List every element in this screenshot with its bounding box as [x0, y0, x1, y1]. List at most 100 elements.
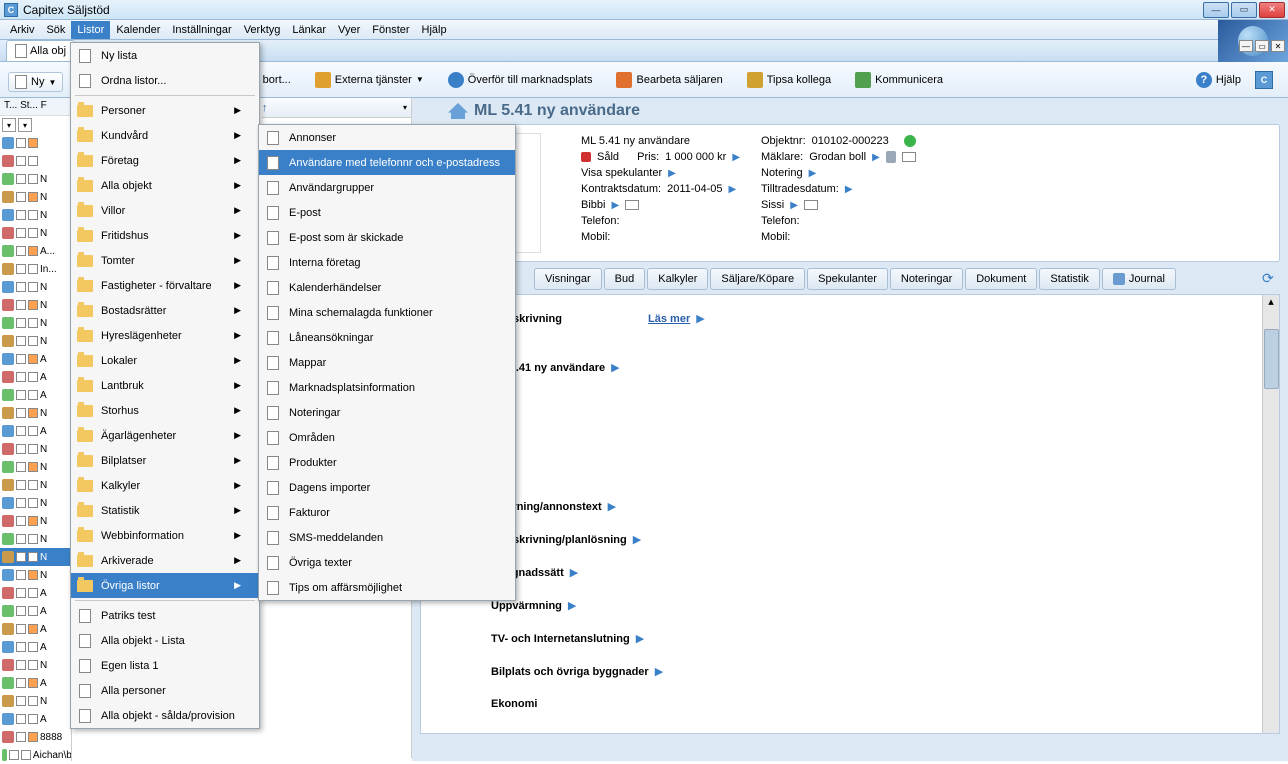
menuitem-bilplatser[interactable]: Bilplatser▶: [71, 448, 259, 473]
left-row[interactable]: N: [0, 296, 71, 314]
left-row[interactable]: N: [0, 404, 71, 422]
submenuitem-marknadsplatsinformation[interactable]: Marknadsplatsinformation: [259, 375, 515, 400]
menuitem-bostadsr-tter[interactable]: Bostadsrätter▶: [71, 298, 259, 323]
menuitem-f-retag[interactable]: Företag▶: [71, 148, 259, 173]
menuitem-arkiverade[interactable]: Arkiverade▶: [71, 548, 259, 573]
submenuitem--vriga-texter[interactable]: Övriga texter: [259, 550, 515, 575]
left-filter-1[interactable]: ▾: [2, 118, 16, 132]
sort-header[interactable]: ↑▾: [262, 98, 411, 118]
submenuitem-interna-f-retag[interactable]: Interna företag: [259, 250, 515, 275]
menuitem-alla-objekt-lista[interactable]: Alla objekt - Lista: [71, 628, 259, 653]
dtab-kalkyler[interactable]: Kalkyler: [647, 268, 708, 290]
menu-sök[interactable]: Sök: [40, 21, 71, 39]
left-row[interactable]: N: [0, 458, 71, 476]
left-row[interactable]: N: [0, 314, 71, 332]
left-row[interactable]: A: [0, 584, 71, 602]
left-row[interactable]: N: [0, 170, 71, 188]
left-row[interactable]: [0, 134, 71, 152]
menuitem-fritidshus[interactable]: Fritidshus▶: [71, 223, 259, 248]
submenuitem-anv-ndare-med-telefonnr-och-e-postadress[interactable]: Användare med telefonnr och e-postadress: [259, 150, 515, 175]
submenuitem-e-post[interactable]: E-post: [259, 200, 515, 225]
menu-arkiv[interactable]: Arkiv: [4, 21, 40, 39]
menuitem-patriks-test[interactable]: Patriks test: [71, 603, 259, 628]
left-row[interactable]: N: [0, 188, 71, 206]
submenuitem-e-post-som-r-skickade[interactable]: E-post som är skickade: [259, 225, 515, 250]
section-bilplats[interactable]: Bilplats och övriga byggnader: [491, 666, 649, 678]
phone-icon[interactable]: [886, 151, 896, 163]
menu-kalender[interactable]: Kalender: [110, 21, 166, 39]
refresh-button[interactable]: ⟳: [1262, 270, 1280, 288]
section-tv-internet[interactable]: TV- och Internetanslutning: [491, 633, 630, 645]
menu-inställningar[interactable]: Inställningar: [166, 21, 237, 39]
menuitem-alla-objekt-s-lda-provision[interactable]: Alla objekt - sålda/provision: [71, 703, 259, 728]
left-row[interactable]: N: [0, 440, 71, 458]
menuitem-alla-objekt[interactable]: Alla objekt▶: [71, 173, 259, 198]
left-row[interactable]: N: [0, 512, 71, 530]
overfor-button[interactable]: Överför till marknadsplats: [444, 69, 597, 91]
left-row[interactable]: A: [0, 638, 71, 656]
dtab-spekulanter[interactable]: Spekulanter: [807, 268, 888, 290]
menu-hjälp[interactable]: Hjälp: [416, 21, 453, 39]
submenuitem-fakturor[interactable]: Fakturor: [259, 500, 515, 525]
menu-vyer[interactable]: Vyer: [332, 21, 366, 39]
left-row[interactable]: A: [0, 674, 71, 692]
menuitem-lokaler[interactable]: Lokaler▶: [71, 348, 259, 373]
left-row[interactable]: N: [0, 548, 71, 566]
kom-button[interactable]: Kommunicera: [851, 69, 947, 91]
externa-button[interactable]: Externa tjänster▼: [311, 69, 428, 91]
submenuitem-sms-meddelanden[interactable]: SMS-meddelanden: [259, 525, 515, 550]
submenuitem-dagens-importer[interactable]: Dagens importer: [259, 475, 515, 500]
left-row[interactable]: N: [0, 332, 71, 350]
minimize-button[interactable]: —: [1203, 2, 1229, 18]
left-row[interactable]: N: [0, 656, 71, 674]
menuitem-egen-lista-[interactable]: Egen lista 1: [71, 653, 259, 678]
contact-sissi[interactable]: Sissi: [761, 199, 784, 211]
submenuitem-annonser[interactable]: Annonser: [259, 125, 515, 150]
help-button[interactable]: ?Hjälp: [1192, 69, 1245, 91]
left-row[interactable]: In...: [0, 260, 71, 278]
close-button[interactable]: ✕: [1259, 2, 1285, 18]
dtab-bud[interactable]: Bud: [604, 268, 646, 290]
menuitem-ny-lista[interactable]: Ny lista: [71, 43, 259, 68]
submenuitem-anv-ndargrupper[interactable]: Användargrupper: [259, 175, 515, 200]
submenuitem-kalenderh-ndelser[interactable]: Kalenderhändelser: [259, 275, 515, 300]
left-row[interactable]: N: [0, 224, 71, 242]
menu-fönster[interactable]: Fönster: [366, 21, 415, 39]
dtab-statistik[interactable]: Statistik: [1039, 268, 1100, 290]
mdi-close-button[interactable]: ✕: [1271, 40, 1285, 52]
visa-spekulanter-link[interactable]: Visa spekulanter: [581, 167, 662, 179]
dtab-visningar[interactable]: Visningar: [534, 268, 602, 290]
mdi-min-button[interactable]: —: [1239, 40, 1253, 52]
menu-listor[interactable]: Listor: [71, 21, 110, 39]
submenuitem-produkter[interactable]: Produkter: [259, 450, 515, 475]
left-row[interactable]: N: [0, 566, 71, 584]
menuitem-webbinformation[interactable]: Webbinformation▶: [71, 523, 259, 548]
left-row[interactable]: [0, 152, 71, 170]
left-row[interactable]: N: [0, 530, 71, 548]
tab-alla-objekt[interactable]: Alla obj: [6, 40, 75, 61]
left-row[interactable]: N: [0, 206, 71, 224]
notering-link[interactable]: Notering: [761, 167, 803, 179]
section-ekonomi[interactable]: Ekonomi: [491, 698, 537, 710]
submenuitem-tips-om-aff-rsm-jlighet[interactable]: Tips om affärsmöjlighet: [259, 575, 515, 600]
left-row[interactable]: A: [0, 386, 71, 404]
menuitem-tomter[interactable]: Tomter▶: [71, 248, 259, 273]
menuitem-statistik[interactable]: Statistik▶: [71, 498, 259, 523]
left-row[interactable]: A: [0, 368, 71, 386]
menuitem-lantbruk[interactable]: Lantbruk▶: [71, 373, 259, 398]
section-uppvarmning[interactable]: Uppvärmning: [491, 600, 562, 612]
left-row[interactable]: A: [0, 710, 71, 728]
menuitem-kundv-rd[interactable]: Kundvård▶: [71, 123, 259, 148]
left-row[interactable]: N: [0, 494, 71, 512]
submenuitem-mappar[interactable]: Mappar: [259, 350, 515, 375]
menuitem-villor[interactable]: Villor▶: [71, 198, 259, 223]
mail-icon[interactable]: [625, 200, 639, 210]
left-row[interactable]: N: [0, 692, 71, 710]
maximize-button[interactable]: ▭: [1231, 2, 1257, 18]
menuitem-fastigheter-f-rvaltare[interactable]: Fastigheter - förvaltare▶: [71, 273, 259, 298]
scrollbar[interactable]: ▴: [1262, 295, 1279, 733]
menuitem-alla-personer[interactable]: Alla personer: [71, 678, 259, 703]
menuitem--vriga-listor[interactable]: Övriga listor▶: [71, 573, 259, 598]
left-row[interactable]: A: [0, 350, 71, 368]
mail-icon[interactable]: [804, 200, 818, 210]
